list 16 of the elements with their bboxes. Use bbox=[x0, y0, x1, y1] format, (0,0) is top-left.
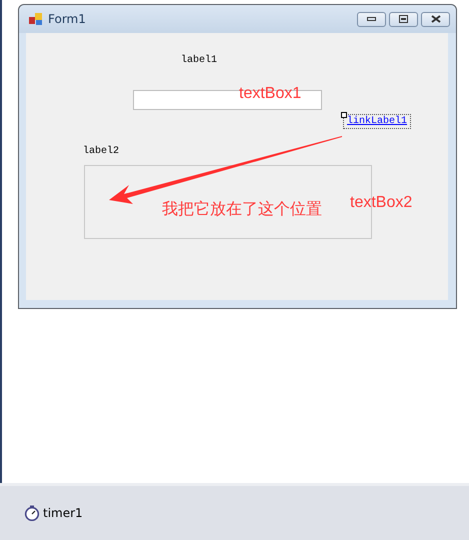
form-icon bbox=[29, 12, 43, 26]
restore-icon bbox=[399, 15, 408, 23]
minimize-icon bbox=[367, 17, 376, 21]
form-label: label1 bbox=[181, 55, 218, 66]
form-label: label2 bbox=[83, 146, 120, 157]
maximize-button[interactable] bbox=[389, 12, 418, 26]
annotation-text: 我把它放在了这个位置 bbox=[162, 200, 322, 220]
close-icon bbox=[430, 15, 440, 23]
stopwatch-icon bbox=[24, 505, 40, 521]
annotation-text: textBox1 bbox=[239, 85, 302, 103]
window-title: Form1 bbox=[48, 12, 87, 26]
annotation-text: textBox2 bbox=[350, 194, 412, 212]
minimize-button[interactable] bbox=[357, 12, 386, 26]
close-button[interactable] bbox=[421, 12, 450, 26]
component-name[interactable]: timer1 bbox=[43, 506, 83, 520]
link[interactable]: linkLabel1 bbox=[343, 114, 412, 129]
